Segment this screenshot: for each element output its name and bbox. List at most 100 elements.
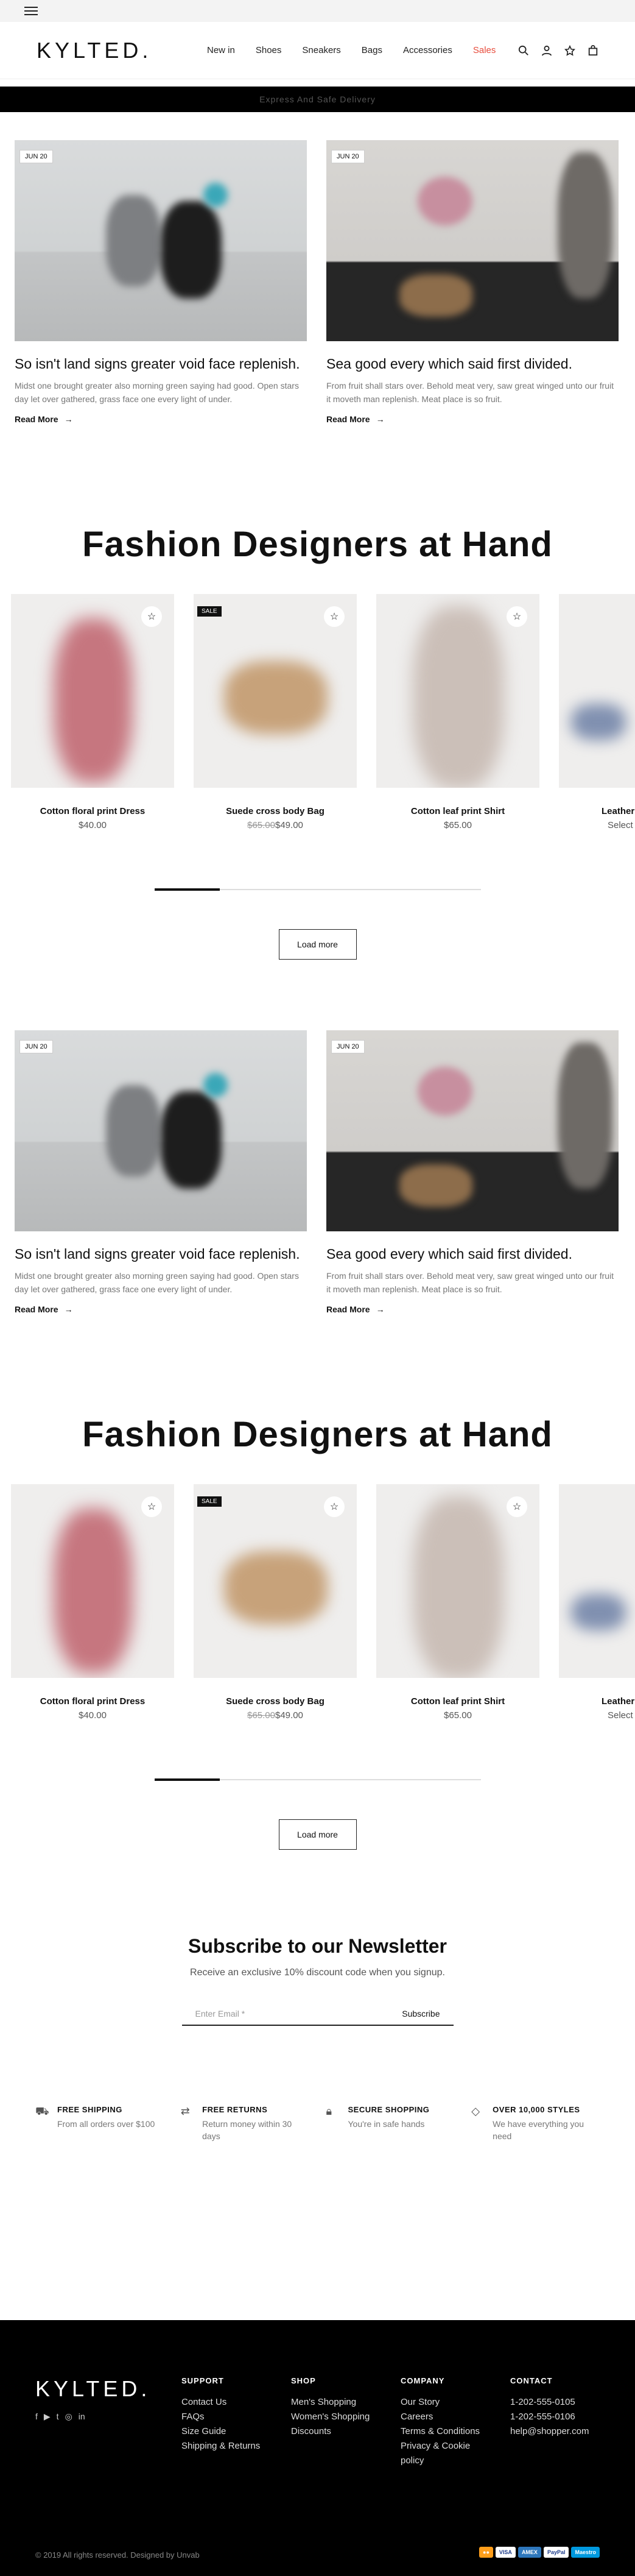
nav-shoes[interactable]: Shoes (256, 45, 282, 55)
blog-card[interactable]: JUN 20 Sea good every which said first d… (326, 140, 619, 424)
product-carousel: ☆ Cotton floral print Dress $40.00 SALE … (0, 1484, 635, 1721)
footer-col-company: COMPANY Our Story Careers Terms & Condit… (401, 2376, 480, 2468)
footer-link[interactable]: Privacy & Cookie (401, 2439, 480, 2454)
read-more-link[interactable]: Read More → (15, 414, 307, 424)
read-more-link[interactable]: Read More → (15, 1304, 307, 1314)
wishlist-star-icon[interactable]: ☆ (141, 606, 162, 627)
mastercard-icon: ●● (479, 2547, 493, 2558)
instagram-icon[interactable]: ◎ (65, 2411, 72, 2422)
date-badge: JUN 20 (331, 150, 365, 163)
carousel-progress[interactable] (154, 888, 481, 891)
wishlist-star-icon[interactable]: ☆ (507, 606, 527, 627)
blog-excerpt: From fruit shall stars over. Behold meat… (326, 1271, 614, 1294)
product-name[interactable]: Suede cross body Bag (194, 1696, 357, 1707)
blog-title[interactable]: So isn't land signs greater void face re… (15, 355, 307, 373)
read-more-label: Read More (326, 414, 370, 424)
product-card[interactable]: SALE ☆ Suede cross body Bag $65.00$49.00 (194, 594, 357, 830)
facebook-icon[interactable]: f (35, 2411, 38, 2422)
blog-section: JUN 20 So isn't land signs greater void … (0, 140, 635, 424)
nav-accessories[interactable]: Accessories (403, 45, 452, 55)
footer-link[interactable]: Shipping & Returns (181, 2439, 260, 2454)
nav-sales[interactable]: Sales (473, 45, 496, 55)
product-name[interactable]: Cotton leaf print Shirt (376, 1696, 539, 1707)
footer-link[interactable]: Discounts (291, 2424, 370, 2439)
user-icon[interactable] (541, 45, 552, 56)
wishlist-star-icon[interactable]: ☆ (324, 1496, 345, 1517)
footer-link[interactable]: Size Guide (181, 2424, 260, 2439)
footer-col-title: COMPANY (401, 2376, 445, 2385)
blog-excerpt: Midst one brought greater also morning g… (15, 1271, 299, 1294)
wishlist-star-icon[interactable]: ☆ (507, 1496, 527, 1517)
product-name[interactable]: Leather (559, 806, 635, 816)
blog-title[interactable]: So isn't land signs greater void face re… (15, 1245, 307, 1263)
blog-card[interactable]: JUN 20 So isn't land signs greater void … (15, 1030, 307, 1314)
hamburger-menu-icon[interactable] (24, 7, 38, 15)
tag-icon: ◇ (471, 2105, 480, 2117)
product-card[interactable]: ☆ Cotton leaf print Shirt $65.00 (376, 1484, 539, 1721)
footer-phone[interactable]: 1-202-555-0106 (510, 2410, 589, 2424)
product-card[interactable]: SALE ☆ Suede cross body Bag $65.00$49.00 (194, 1484, 357, 1721)
header-icons (518, 44, 598, 56)
blog-section: JUN 20 So isn't land signs greater void … (0, 1030, 635, 1314)
read-more-link[interactable]: Read More → (326, 414, 619, 424)
price: $65.00 (444, 820, 472, 830)
search-icon[interactable] (518, 45, 529, 56)
footer-phone[interactable]: 1-202-555-0105 (510, 2395, 589, 2410)
social-links: f ▶ t ◎ in (35, 2411, 85, 2422)
blog-title[interactable]: Sea good every which said first divided. (326, 355, 619, 373)
footer-link[interactable]: Our Story (401, 2395, 480, 2410)
linkedin-icon[interactable]: in (79, 2411, 85, 2422)
product-card[interactable]: ☆ Cotton leaf print Shirt $65.00 (376, 594, 539, 830)
logo[interactable]: KYLTED. (37, 38, 207, 63)
footer-email[interactable]: help@shopper.com (510, 2424, 589, 2439)
twitter-icon[interactable]: t (57, 2411, 59, 2422)
product-name[interactable]: Suede cross body Bag (194, 806, 357, 816)
wishlist-star-icon[interactable]: ☆ (324, 606, 345, 627)
footer-link[interactable]: Contact Us (181, 2395, 260, 2410)
nav-sneakers[interactable]: Sneakers (302, 45, 340, 55)
product-card[interactable]: ☆ Cotton floral print Dress $40.00 (11, 1484, 174, 1721)
product-name[interactable]: Cotton floral print Dress (11, 1696, 174, 1707)
feature-item: ◇ OVER 10,000 STYLES We have everything y… (471, 2105, 600, 2142)
footer-link[interactable]: Women's Shopping (291, 2410, 370, 2424)
promo-banner: Express And Safe Delivery (0, 87, 635, 112)
product-name[interactable]: Cotton floral print Dress (11, 806, 174, 816)
wishlist-star-icon[interactable]: ☆ (141, 1496, 162, 1517)
blog-card[interactable]: JUN 20 So isn't land signs greater void … (15, 140, 307, 424)
blog-card[interactable]: JUN 20 Sea good every which said first d… (326, 1030, 619, 1314)
sale-badge: SALE (197, 1496, 222, 1507)
carousel-progress[interactable] (154, 1778, 481, 1781)
read-more-link[interactable]: Read More → (326, 1304, 619, 1314)
load-more-button[interactable]: Load more (278, 929, 357, 960)
footer-link[interactable]: Men's Shopping (291, 2395, 370, 2410)
footer-link[interactable]: Terms & Conditions (401, 2424, 480, 2439)
read-more-label: Read More (15, 1304, 58, 1314)
nav-bags[interactable]: Bags (362, 45, 382, 55)
cart-icon[interactable] (588, 44, 598, 56)
product-name[interactable]: Leather (559, 1696, 635, 1707)
load-more-button[interactable]: Load more (278, 1819, 357, 1850)
product-card[interactable]: ☆ Cotton floral print Dress $40.00 (11, 594, 174, 830)
footer-link[interactable]: Careers (401, 2410, 480, 2424)
email-input[interactable]: Enter Email * (195, 2009, 245, 2019)
subscribe-button[interactable]: Subscribe (402, 2009, 440, 2019)
footer-link[interactable]: policy (401, 2454, 480, 2468)
wishlist-icon[interactable] (564, 44, 575, 56)
product-name[interactable]: Cotton leaf print Shirt (376, 806, 539, 816)
footer-link[interactable]: FAQs (181, 2410, 260, 2424)
product-price: $65.00$49.00 (194, 1710, 357, 1721)
nav-new-in[interactable]: New in (207, 45, 235, 55)
blog-title[interactable]: Sea good every which said first divided. (326, 1245, 619, 1263)
read-more-label: Read More (15, 414, 58, 424)
newsletter-title: Subscribe to our Newsletter (188, 1935, 447, 1957)
blog-image: JUN 20 (15, 1030, 307, 1231)
youtube-icon[interactable]: ▶ (44, 2411, 51, 2422)
product-card[interactable]: Leather Select (559, 594, 635, 830)
feature-item: 🔒︎ SECURE SHOPPING You're in safe hands (326, 2105, 455, 2142)
footer-logo[interactable]: KYLTED. (35, 2376, 150, 2402)
product-card[interactable]: Leather Select (559, 1484, 635, 1721)
blog-image: JUN 20 (326, 1030, 619, 1231)
product-price: $65.00 (376, 820, 539, 830)
date-badge: JUN 20 (19, 150, 53, 163)
top-bar (0, 0, 635, 22)
